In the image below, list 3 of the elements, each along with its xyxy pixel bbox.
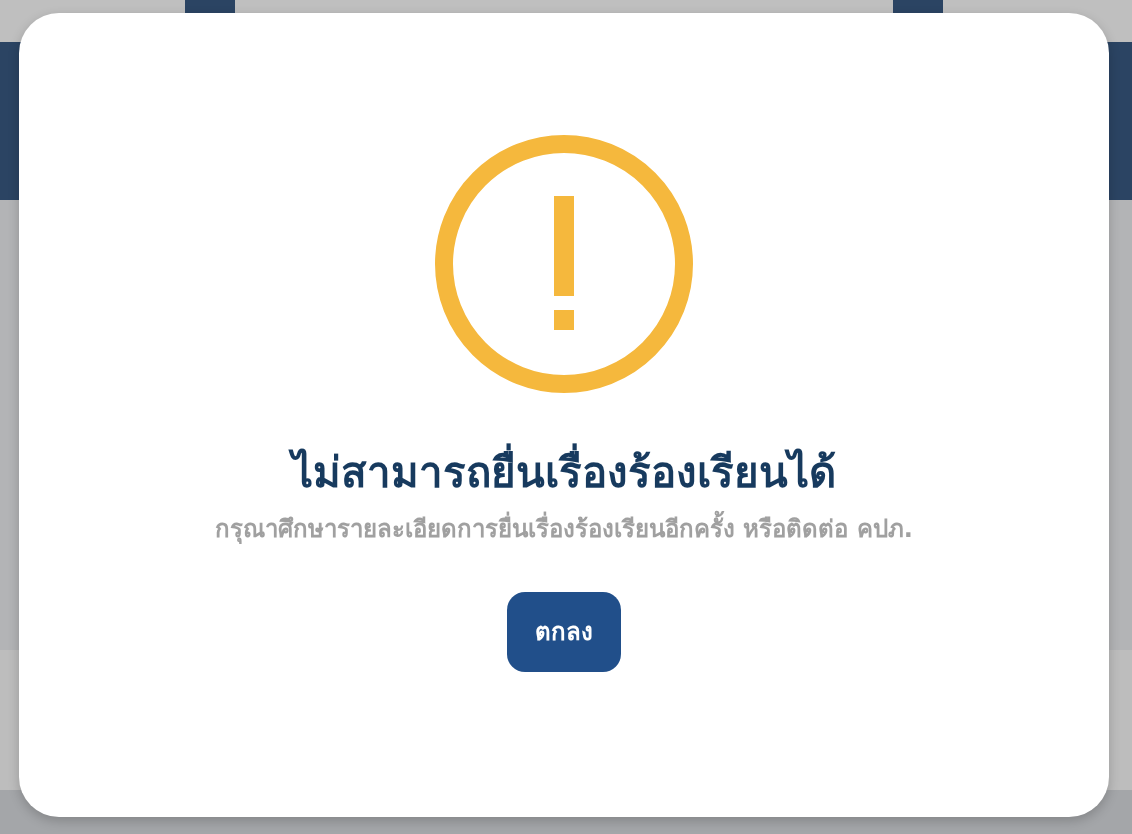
warning-icon (434, 134, 694, 394)
ok-button[interactable]: ตกลง (507, 591, 621, 672)
dialog-message: กรุณาศึกษารายละเอียดการยื่นเรื่องร้องเรียนอีกครั้ง หรือติดต่อ คปภ. (215, 508, 913, 548)
